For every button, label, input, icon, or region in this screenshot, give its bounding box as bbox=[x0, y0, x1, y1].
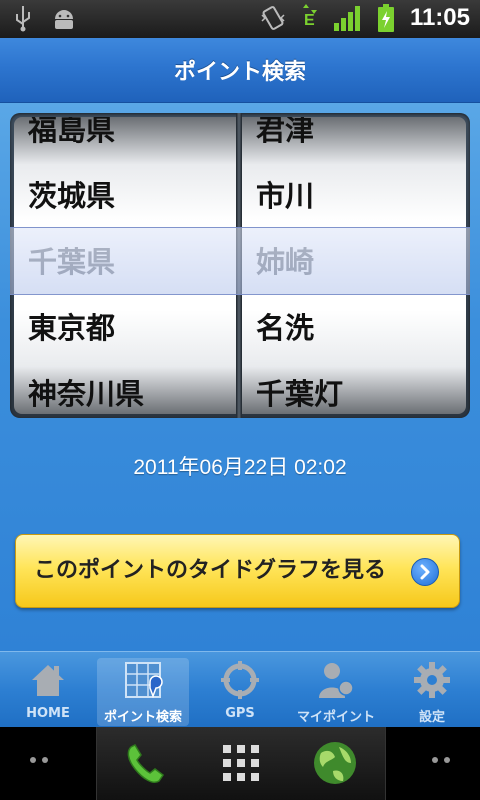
main-content: 福島県 茨城県 千葉県 東京都 神奈川県 君津 市川 姉崎 名洗 千葉灯 201… bbox=[0, 103, 480, 651]
point-option-selected[interactable]: 姉崎 bbox=[256, 229, 314, 295]
prefecture-option[interactable]: 茨城県 bbox=[28, 163, 115, 229]
location-picker: 福島県 茨城県 千葉県 東京都 神奈川県 君津 市川 姉崎 名洗 千葉灯 bbox=[10, 113, 470, 418]
edge-label: E bbox=[303, 12, 315, 29]
prefecture-option-selected[interactable]: 千葉県 bbox=[28, 229, 115, 295]
tab-label: GPS bbox=[225, 706, 255, 721]
edge-data-icon: E bbox=[302, 4, 318, 32]
title-bar: ポイント検索 bbox=[0, 38, 480, 103]
prefecture-option[interactable]: 東京都 bbox=[28, 295, 115, 361]
tab-label: HOME bbox=[26, 706, 70, 721]
browser-globe-icon[interactable] bbox=[311, 739, 359, 787]
view-tide-graph-button[interactable]: このポイントのタイドグラフを見る bbox=[15, 534, 460, 608]
tab-point-search[interactable]: ポイント検索 bbox=[97, 658, 189, 726]
point-option[interactable]: 名洗 bbox=[256, 295, 314, 361]
tab-my-point[interactable]: マイポイント bbox=[290, 658, 382, 726]
home-icon bbox=[32, 665, 64, 696]
battery-charging-icon bbox=[377, 4, 394, 32]
page-title: ポイント検索 bbox=[173, 60, 306, 85]
data-arrows-icon bbox=[302, 4, 317, 14]
phone-icon[interactable] bbox=[121, 739, 171, 789]
tab-label: ポイント検索 bbox=[103, 710, 182, 725]
chevron-right-icon bbox=[411, 558, 439, 586]
android-debug-icon bbox=[55, 10, 73, 29]
tab-home[interactable]: HOME bbox=[2, 658, 94, 726]
left-dots-icon[interactable] bbox=[30, 757, 48, 763]
map-search-icon bbox=[125, 662, 163, 699]
tab-gps[interactable]: GPS bbox=[194, 658, 286, 726]
gps-icon bbox=[221, 661, 259, 699]
gear-icon bbox=[414, 662, 450, 698]
status-bar: E 11:05 bbox=[0, 0, 480, 38]
dock bbox=[96, 727, 386, 800]
tab-label: マイポイント bbox=[296, 710, 375, 725]
system-nav-bar bbox=[0, 727, 480, 800]
vibrate-icon bbox=[261, 6, 285, 30]
tab-settings[interactable]: 設定 bbox=[386, 658, 478, 726]
tide-button-label: このポイントのタイドグラフを見る bbox=[34, 558, 387, 583]
clock-time: 11:05 bbox=[409, 4, 470, 31]
tab-label: 設定 bbox=[418, 710, 445, 725]
right-dots-icon[interactable] bbox=[432, 757, 450, 763]
point-option[interactable]: 千葉灯 bbox=[256, 361, 343, 414]
app-grid-icon[interactable] bbox=[221, 743, 261, 783]
tab-bar: HOME ポイント検索 GPS マイポイント 設定 bbox=[0, 651, 480, 728]
prefecture-option[interactable]: 福島県 bbox=[28, 117, 115, 163]
usb-icon bbox=[16, 6, 30, 32]
prefecture-wheel[interactable]: 福島県 茨城県 千葉県 東京都 神奈川県 bbox=[14, 117, 236, 414]
point-option[interactable]: 市川 bbox=[256, 163, 314, 229]
my-point-icon bbox=[319, 663, 354, 698]
point-wheel[interactable]: 君津 市川 姉崎 名洗 千葉灯 bbox=[242, 117, 466, 414]
point-option[interactable]: 君津 bbox=[256, 117, 314, 163]
date-time-label: 2011年06月22日 02:02 bbox=[133, 456, 347, 479]
prefecture-option[interactable]: 神奈川県 bbox=[28, 361, 144, 414]
signal-icon bbox=[333, 6, 360, 31]
